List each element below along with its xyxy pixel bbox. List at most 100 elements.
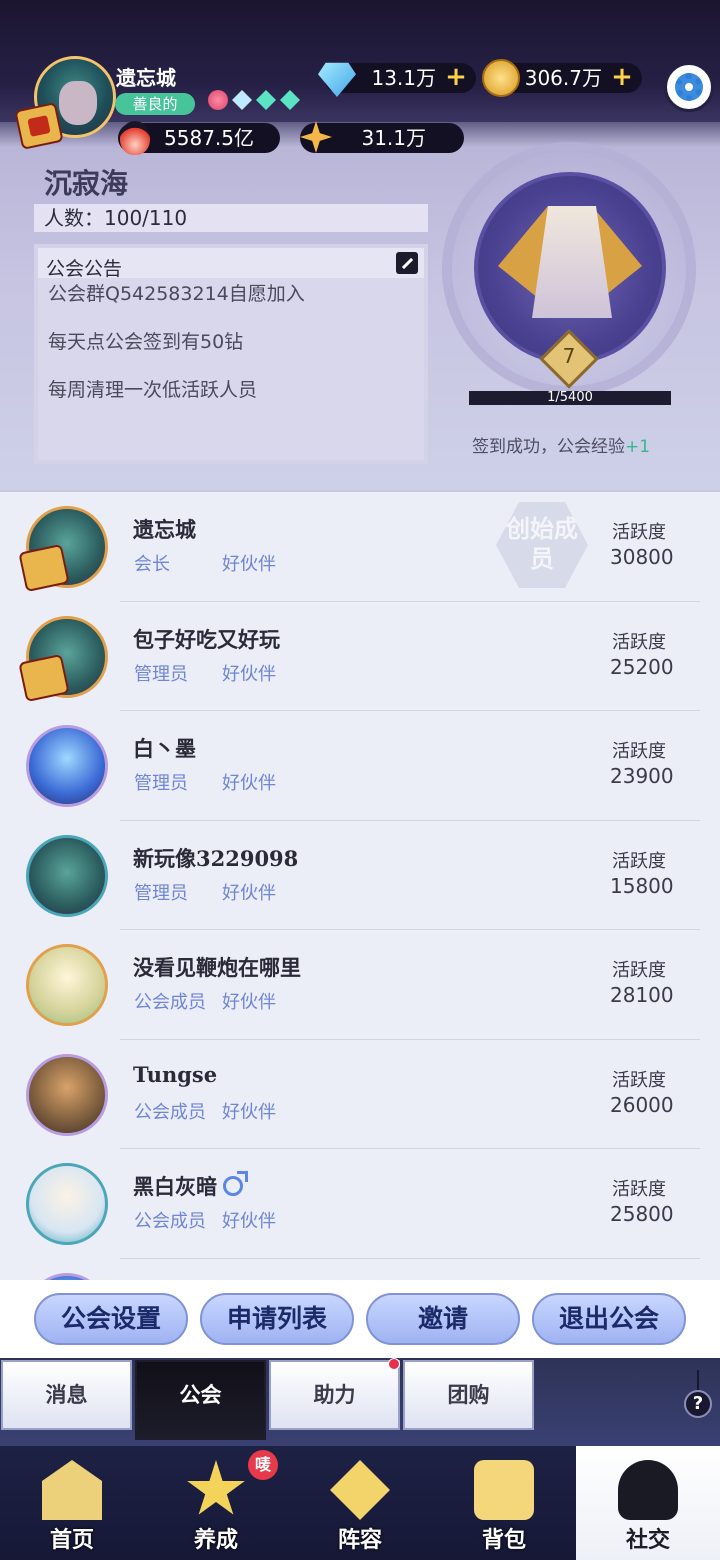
nav-social[interactable]: 社交 — [576, 1446, 720, 1560]
activity-label: 活跃度 — [612, 960, 666, 981]
activity-value: 30800 — [610, 545, 674, 569]
member-avatar[interactable] — [26, 1272, 108, 1280]
invite-button[interactable]: 邀请 — [366, 1293, 520, 1345]
member-friend-tag: 好伙伴 — [222, 992, 276, 1013]
activity-value: 25200 — [610, 654, 674, 679]
member-avatar[interactable] — [26, 944, 108, 1026]
fire-icon — [120, 121, 150, 155]
social-subtabs: 消息 公会 助力 团购 ? — [0, 1358, 720, 1446]
add-coin-button[interactable]: + — [610, 64, 634, 90]
member-role: 管理员 — [134, 882, 188, 904]
nav-develop-label: 养成 — [193, 1527, 238, 1553]
settings-button[interactable] — [664, 62, 714, 112]
guild-notice: 公会公告 公会群Q542583214自愿加入 每天点公会签到有50钻 每周清理一… — [34, 244, 428, 464]
guild-name: 沉寂海 — [44, 167, 129, 200]
home-icon — [42, 1460, 102, 1520]
power-value: 5587.5亿 — [164, 126, 254, 150]
guild-settings-button[interactable]: 公会设置 — [34, 1293, 188, 1345]
activity-label: 活跃度 — [612, 1179, 666, 1200]
male-icon — [223, 1171, 248, 1196]
member-avatar[interactable] — [26, 834, 108, 917]
power-counter: 5587.5亿 — [118, 121, 280, 155]
member-role: 公会成员 — [134, 1101, 206, 1123]
activity-value: 28100 — [610, 983, 674, 1007]
activity-value: 23900 — [610, 764, 674, 788]
member-name: 没看见鞭炮在哪里 — [133, 955, 301, 980]
coin-icon — [482, 59, 520, 97]
guild-header: 遗忘城 善良的 13.1万 + 306.7万 + 5587.5亿 31.1万 沉… — [0, 0, 720, 490]
help-button[interactable]: ? — [684, 1370, 712, 1418]
player-name: 遗忘城 — [116, 66, 176, 90]
member-row[interactable]: 包子好吃又好玩 管理员 好伙伴 活跃度 25200 — [0, 602, 720, 711]
member-row-partial[interactable] — [0, 1259, 720, 1280]
member-avatar[interactable] — [26, 1053, 108, 1136]
member-name: 黑白灰暗 — [133, 1171, 248, 1201]
activity-label: 活跃度 — [612, 522, 666, 543]
player-seal-badge — [14, 102, 64, 150]
leave-guild-button[interactable]: 退出公会 — [532, 1293, 686, 1345]
tab-assist[interactable]: 助力 — [269, 1360, 400, 1430]
member-row[interactable]: Tungse 公会成员 好伙伴 活跃度 26000 — [0, 1040, 720, 1149]
nav-lineup-label: 阵容 — [337, 1527, 382, 1553]
tab-guild[interactable]: 公会 — [135, 1360, 266, 1440]
activity-label: 活跃度 — [612, 850, 666, 872]
coin-counter: 306.7万 + — [482, 59, 642, 97]
activity-label: 活跃度 — [612, 1069, 666, 1091]
nav-home[interactable]: 首页 — [0, 1446, 144, 1560]
diamond-value: 13.1万 — [371, 66, 436, 90]
green-gem-icon — [280, 90, 300, 110]
add-diamond-button[interactable]: + — [444, 64, 468, 90]
nav-bag[interactable]: 背包 — [432, 1446, 576, 1560]
signin-bonus: +1 — [625, 437, 651, 457]
tab-messages[interactable]: 消息 — [1, 1360, 132, 1430]
gear-icon — [675, 73, 703, 101]
member-role: 公会成员 — [134, 1211, 206, 1232]
seal-badge-icon — [18, 653, 70, 702]
member-row[interactable]: 白丶墨 管理员 好伙伴 活跃度 23900 — [0, 711, 720, 821]
member-row[interactable]: 新玩像3229098 管理员 好伙伴 活跃度 15800 — [0, 821, 720, 930]
guild-level: 7 — [562, 344, 576, 368]
member-avatar[interactable] — [26, 725, 108, 807]
social-icon — [618, 1460, 678, 1520]
member-friend-tag: 好伙伴 — [222, 1211, 276, 1232]
edit-notice-icon[interactable] — [396, 252, 418, 274]
member-list[interactable]: 遗忘城 会长 好伙伴 创始成员 活跃度 30800 包子好吃又好玩 管理员 好伙… — [0, 490, 720, 1280]
apply-list-button[interactable]: 申请列表 — [200, 1293, 354, 1345]
member-avatar[interactable] — [26, 1163, 108, 1245]
develop-badge: 唛 — [248, 1450, 278, 1480]
diamond-counter: 13.1万 + — [318, 62, 476, 97]
founder-badge: 创始成员 — [496, 502, 588, 588]
star-value: 31.1万 — [361, 126, 426, 150]
notification-dot — [388, 1358, 400, 1370]
star-counter: 31.1万 — [300, 121, 464, 153]
tab-group-buy[interactable]: 团购 — [403, 1360, 534, 1430]
member-row[interactable]: 遗忘城 会长 好伙伴 创始成员 活跃度 30800 — [0, 492, 720, 602]
member-name-text: 黑白灰暗 — [133, 1174, 217, 1199]
member-friend-tag: 好伙伴 — [222, 773, 276, 794]
activity-label: 活跃度 — [612, 631, 666, 653]
player-gems — [208, 90, 300, 110]
member-friend-tag: 好伙伴 — [222, 1101, 276, 1123]
notice-line: 每天点公会签到有50钻 — [48, 331, 244, 353]
member-name: 新玩像3229098 — [133, 845, 299, 871]
red-gem-icon — [208, 90, 228, 110]
lineup-icon — [330, 1460, 390, 1520]
member-name: Tungse — [133, 1061, 218, 1087]
nav-bag-label: 背包 — [481, 1527, 526, 1553]
member-friend-tag: 好伙伴 — [222, 882, 276, 904]
diamond-gem-icon — [232, 90, 252, 110]
signin-message: 签到成功，公会经验+1 — [472, 432, 650, 457]
member-row[interactable]: 黑白灰暗 公会成员 好伙伴 活跃度 25800 — [0, 1149, 720, 1259]
star-icon — [300, 121, 332, 153]
nav-lineup[interactable]: 阵容 — [288, 1446, 432, 1560]
member-role: 管理员 — [134, 663, 188, 685]
guild-exp-bar: 1/5400 — [469, 391, 671, 405]
guild-exp-text: 1/5400 — [547, 390, 593, 405]
member-name: 遗忘城 — [133, 517, 196, 542]
member-role: 公会成员 — [134, 992, 206, 1013]
star-icon — [187, 1460, 245, 1515]
member-row[interactable]: 没看见鞭炮在哪里 公会成员 好伙伴 活跃度 28100 — [0, 930, 720, 1040]
member-name: 白丶墨 — [133, 736, 196, 761]
bottom-nav: 首页 养成 唛 阵容 背包 社交 — [0, 1446, 720, 1560]
activity-value: 26000 — [610, 1092, 674, 1117]
